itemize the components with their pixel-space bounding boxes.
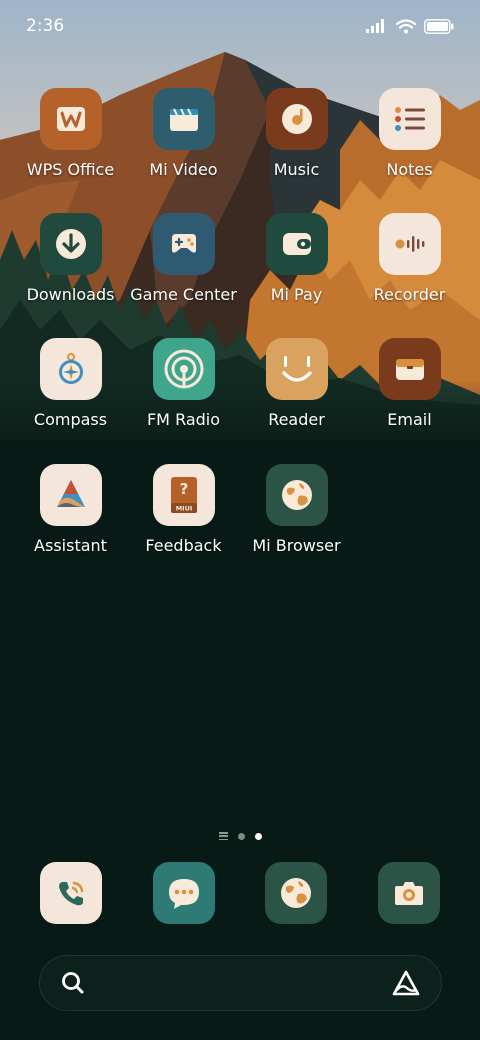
page-dot-active[interactable] — [254, 832, 262, 840]
app-wps-office[interactable]: WPS Office — [14, 88, 127, 198]
battery-icon — [424, 18, 454, 34]
app-label: Music — [273, 160, 320, 179]
app-label: Compass — [33, 410, 108, 429]
app-downloads[interactable]: Downloads — [14, 213, 127, 323]
app-label: Mi Browser — [252, 536, 341, 555]
app-feedback[interactable]: ? MIUI Feedback — [127, 464, 240, 574]
feedback-badge: MIUI — [175, 505, 192, 513]
app-game-center[interactable]: Game Center — [127, 213, 240, 323]
assistant-logo-icon[interactable] — [391, 969, 421, 997]
page-indicator-menu[interactable] — [218, 832, 228, 840]
app-email[interactable]: Email — [353, 338, 466, 448]
app-mi-browser[interactable]: Mi Browser — [240, 464, 353, 574]
app-label: Reader — [268, 410, 325, 429]
notes-icon — [378, 88, 441, 150]
email-icon — [378, 338, 441, 400]
feedback-icon: ? MIUI — [152, 464, 215, 526]
app-label: WPS Office — [26, 160, 115, 179]
camera-icon[interactable] — [378, 862, 440, 924]
compass-icon — [39, 338, 102, 400]
app-fm-radio[interactable]: FM Radio — [127, 338, 240, 448]
wifi-icon — [396, 18, 416, 33]
app-compass[interactable]: Compass — [14, 338, 127, 448]
search-icon[interactable] — [60, 970, 86, 996]
assistant-icon — [39, 464, 102, 526]
app-label: Email — [387, 410, 432, 429]
signal-icon — [366, 19, 384, 33]
dock — [0, 862, 480, 926]
status-bar: 2:36 — [0, 0, 480, 52]
fm-radio-icon — [152, 338, 215, 400]
app-label: Feedback — [145, 536, 222, 555]
app-label: Mi Video — [149, 160, 218, 179]
app-reader[interactable]: Reader — [240, 338, 353, 448]
status-time: 2:36 — [26, 16, 65, 36]
page-indicator[interactable] — [0, 829, 480, 843]
app-mi-pay[interactable]: Mi Pay — [240, 213, 353, 323]
app-label: Mi Pay — [270, 285, 323, 304]
mi-pay-icon — [265, 213, 328, 275]
app-label: Recorder — [373, 285, 446, 304]
wps-office-icon — [39, 88, 102, 150]
recorder-icon — [378, 213, 441, 275]
app-label: Downloads — [26, 285, 115, 304]
app-label: Notes — [386, 160, 433, 179]
svg-text:?: ? — [179, 480, 188, 498]
search-bar[interactable] — [39, 955, 442, 1011]
app-music[interactable]: Music — [240, 88, 353, 198]
downloads-icon — [39, 213, 102, 275]
browser-icon[interactable] — [265, 862, 327, 924]
app-notes[interactable]: Notes — [353, 88, 466, 198]
app-label: Game Center — [130, 285, 237, 304]
game-center-icon — [152, 213, 215, 275]
page-dot[interactable] — [237, 832, 245, 840]
app-label: Assistant — [34, 536, 107, 555]
phone-icon[interactable] — [40, 862, 102, 924]
app-assistant[interactable]: Assistant — [14, 464, 127, 574]
app-mi-video[interactable]: Mi Video — [127, 88, 240, 198]
reader-icon — [265, 338, 328, 400]
app-label: FM Radio — [146, 410, 221, 429]
mi-video-icon — [152, 88, 215, 150]
mi-browser-icon — [265, 464, 328, 526]
messages-icon[interactable] — [153, 862, 215, 924]
app-recorder[interactable]: Recorder — [353, 213, 466, 323]
music-icon — [265, 88, 328, 150]
status-icons — [366, 18, 454, 34]
